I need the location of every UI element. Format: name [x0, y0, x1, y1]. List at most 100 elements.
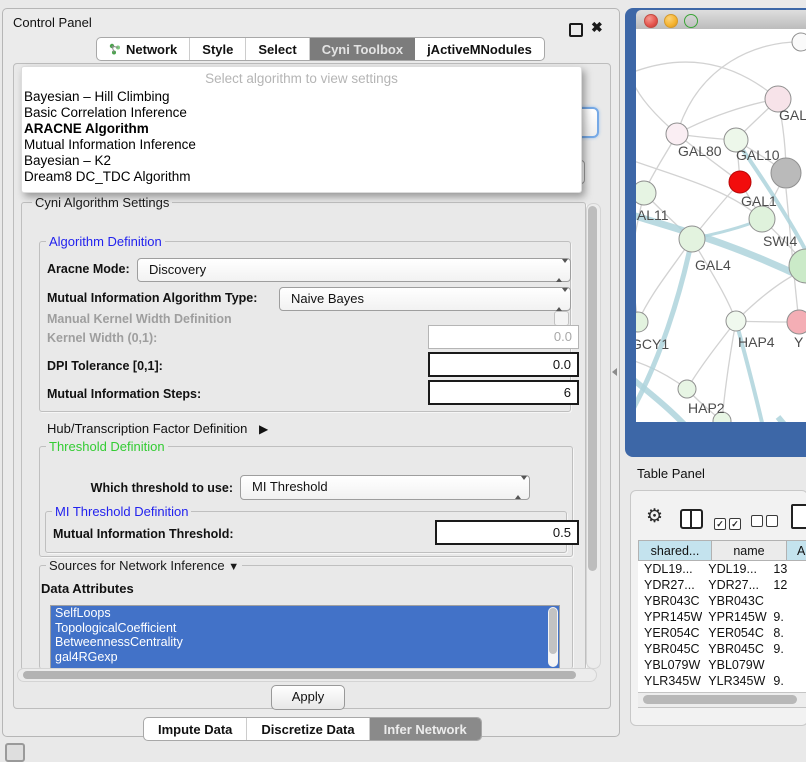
table-cell[interactable]: YER054C	[638, 625, 702, 641]
table-cell[interactable]: YPR145W	[638, 609, 702, 625]
network-canvas[interactable]: GAL7GAL80GAL10GAL1GAL11SWI4GAL4GCY1HAP4Y…	[636, 29, 806, 422]
zoom-traffic-light[interactable]	[684, 14, 698, 28]
table-cell[interactable]: 9.	[767, 641, 806, 657]
network-edge[interactable]	[677, 99, 778, 134]
float-window-icon[interactable]	[569, 23, 583, 37]
table-row[interactable]: YDL19...YDL19...13	[638, 561, 806, 577]
table-hscrollbar-thumb[interactable]	[643, 695, 797, 704]
list-item[interactable]: BetweennessCentrality	[51, 635, 559, 650]
table-cell[interactable]: 8.	[767, 625, 806, 641]
algorithm-option-dream8[interactable]: Dream8 DC_TDC Algorithm	[24, 169, 191, 185]
column-header-shared-name[interactable]: shared...	[638, 540, 712, 561]
settings-hscrollbar[interactable]	[17, 668, 597, 682]
tab-style[interactable]: Style	[190, 38, 246, 60]
network-node-GCY1[interactable]	[636, 312, 648, 332]
network-node-GAL80[interactable]	[666, 123, 688, 145]
network-edge-highlighted[interactable]	[778, 417, 806, 422]
table-row[interactable]: YER054CYER054C8.	[638, 625, 806, 641]
which-threshold-select[interactable]: MI Threshold	[240, 475, 530, 500]
tab-jactivemnodules[interactable]: jActiveMNodules	[415, 38, 544, 60]
sources-title-wrap[interactable]: Sources for Network Inference ▼	[46, 558, 242, 573]
columns-icon[interactable]	[680, 509, 703, 529]
table-row[interactable]: YBL079WYBL079W	[638, 657, 806, 673]
table-cell[interactable]: YDR27...	[702, 577, 767, 593]
mi-steps-field[interactable]: 6	[428, 380, 579, 405]
list-item[interactable]: SelfLoops	[51, 606, 559, 621]
table-cell[interactable]: 13	[767, 561, 806, 577]
table-row[interactable]: YLR345WYLR345W9.	[638, 673, 806, 689]
table-cell[interactable]: YBL079W	[702, 657, 767, 673]
table-cell[interactable]: YDL19...	[638, 561, 702, 577]
settings-hscrollbar-thumb[interactable]	[23, 671, 576, 679]
close-icon[interactable]: ✖	[591, 19, 603, 36]
table-cell[interactable]: 12	[767, 577, 806, 593]
table-cell[interactable]: 9.	[767, 609, 806, 625]
docked-panel-icon[interactable]	[5, 743, 25, 762]
minimize-traffic-light[interactable]	[664, 14, 678, 28]
tab-select[interactable]: Select	[246, 38, 309, 60]
table-cell[interactable]: YBR043C	[638, 593, 702, 609]
table-cell[interactable]: YPR145W	[702, 609, 767, 625]
table-cell[interactable]: YBL079W	[638, 657, 702, 673]
mi-threshold-field[interactable]: 0.5	[435, 520, 579, 545]
table-cell[interactable]: YBR045C	[638, 641, 702, 657]
table-cell[interactable]	[767, 593, 806, 609]
network-node-GAL11[interactable]	[636, 181, 656, 205]
tab-cyni-toolbox[interactable]: Cyni Toolbox	[310, 38, 415, 60]
gear-icon[interactable]: ⚙	[646, 505, 663, 528]
algorithm-option-basic-correlation[interactable]: Basic Correlation Inference	[24, 105, 187, 121]
table-cell[interactable]: YBR043C	[702, 593, 767, 609]
network-edge[interactable]	[636, 69, 677, 134]
network-node-HAP4[interactable]	[726, 311, 746, 331]
network-node-HAP2[interactable]	[678, 380, 696, 398]
tab-impute-data[interactable]: Impute Data	[144, 718, 247, 740]
network-node-GAL1[interactable]	[729, 171, 751, 193]
clear-all-checkboxes-icon[interactable]	[751, 514, 781, 532]
network-edge[interactable]	[692, 239, 736, 321]
list-scrollbar[interactable]	[548, 607, 558, 667]
list-item[interactable]: TopologicalCoefficient	[51, 621, 559, 636]
table-cell[interactable]: YLR345W	[702, 673, 767, 689]
split-pane-collapse-icon[interactable]	[612, 368, 617, 376]
table-cell[interactable]: YDR27...	[638, 577, 702, 593]
table-row[interactable]: YPR145WYPR145W9.	[638, 609, 806, 625]
apply-button[interactable]: Apply	[271, 685, 345, 710]
table-hscrollbar[interactable]	[638, 692, 806, 708]
table-cell[interactable]: YBR045C	[702, 641, 767, 657]
settings-vscrollbar[interactable]	[586, 203, 601, 669]
dpi-tolerance-field[interactable]: 0.0	[428, 352, 579, 377]
network-node-SWI4[interactable]	[749, 206, 775, 232]
tab-network[interactable]: Network	[97, 38, 190, 60]
list-scrollbar-thumb[interactable]	[549, 608, 557, 654]
data-attributes-list[interactable]: SelfLoops TopologicalCoefficient Between…	[50, 605, 560, 670]
algorithm-option-aracne[interactable]: ARACNE Algorithm	[24, 121, 149, 137]
table-row[interactable]: YBR045CYBR045C9.	[638, 641, 806, 657]
close-traffic-light[interactable]	[644, 14, 658, 28]
tab-discretize-data[interactable]: Discretize Data	[247, 718, 369, 740]
tab-infer-network[interactable]: Infer Network	[370, 718, 481, 740]
table-row[interactable]: YBR043CYBR043C	[638, 593, 806, 609]
select-all-checkboxes-icon[interactable]: ✓✓	[714, 514, 744, 532]
network-edge[interactable]	[687, 321, 736, 389]
settings-vscrollbar-thumb[interactable]	[588, 206, 597, 571]
hub-definition-expander[interactable]: Hub/Transcription Factor Definition ▶	[47, 421, 268, 436]
algorithm-option-bayesian-hill-climbing[interactable]: Bayesian – Hill Climbing	[24, 89, 170, 105]
column-header-name[interactable]: name	[712, 540, 787, 561]
list-item[interactable]: gal4RGexp	[51, 650, 559, 665]
table-row[interactable]: YDR27...YDR27...12	[638, 577, 806, 593]
network-node-node-pink-right[interactable]	[787, 310, 806, 334]
network-node-node-top[interactable]	[792, 33, 806, 51]
table-cell[interactable]	[767, 657, 806, 673]
algorithm-option-mutual-information[interactable]: Mutual Information Inference	[24, 137, 196, 153]
table-cell[interactable]: YLR345W	[638, 673, 702, 689]
mi-algorithm-type-select[interactable]: Naive Bayes	[279, 287, 571, 311]
network-node-GAL4[interactable]	[679, 226, 705, 252]
bottom-tabbar: Impute Data Discretize Data Infer Networ…	[143, 717, 482, 741]
export-table-icon[interactable]	[791, 504, 806, 529]
table-cell[interactable]: YDL19...	[702, 561, 767, 577]
algorithm-option-bayesian-k2[interactable]: Bayesian – K2	[24, 153, 111, 169]
table-cell[interactable]: 9.	[767, 673, 806, 689]
column-header-clipped[interactable]: A	[787, 540, 806, 561]
aracne-mode-select[interactable]: Discovery	[137, 258, 571, 282]
table-cell[interactable]: YER054C	[702, 625, 767, 641]
